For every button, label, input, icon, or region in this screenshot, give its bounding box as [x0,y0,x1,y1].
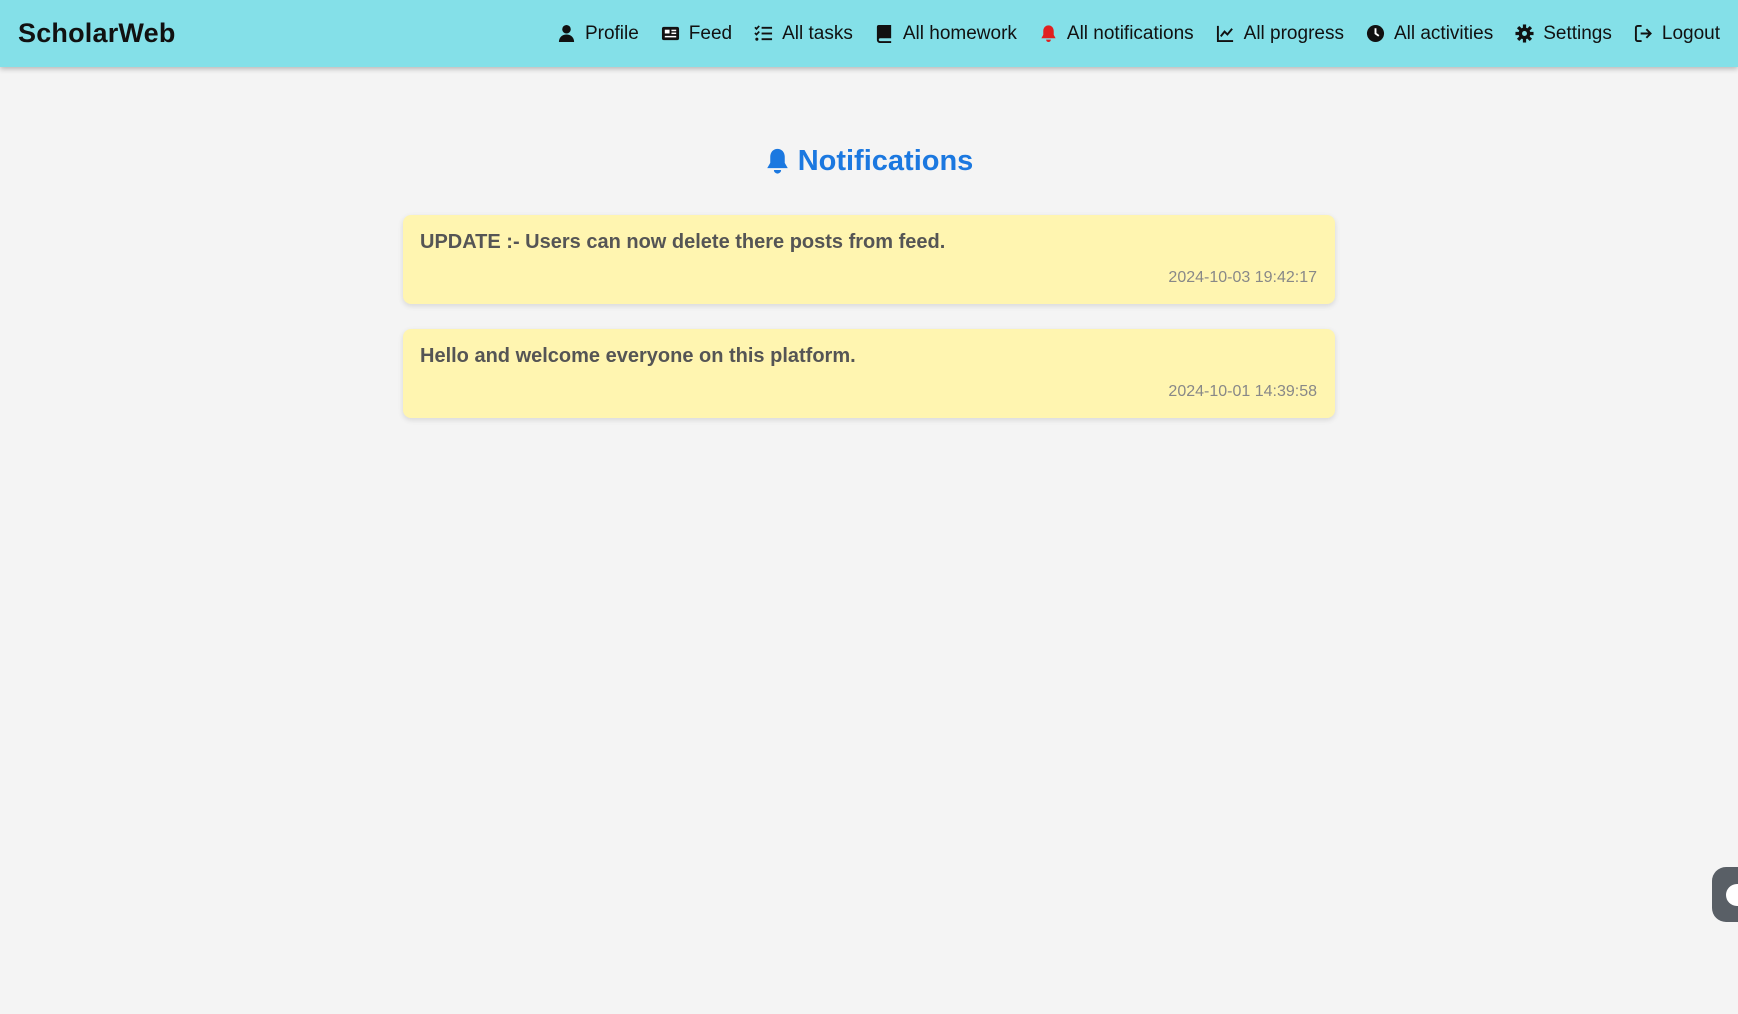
list-check-icon [754,25,773,41]
nav-item-all-notifications[interactable]: All notifications [1039,23,1194,45]
nav-item-all-tasks[interactable]: All tasks [754,23,853,45]
nav-label: All notifications [1066,22,1194,44]
notification-timestamp: 2024-10-03 19:42:17 [1168,269,1317,286]
page-title: Notifications [0,145,1738,178]
nav-label: Logout [1661,22,1720,44]
nav-label: All homework [902,22,1017,44]
nav-label: Profile [584,22,639,44]
nav-label: All activities [1393,22,1494,44]
notification-message: UPDATE :- Users can now delete there pos… [420,231,946,253]
top-navbar: ScholarWeb Profile Feed All tasks All ho… [0,0,1738,67]
bell-icon [766,148,788,174]
nav-item-all-progress[interactable]: All progress [1216,23,1344,45]
notification-timestamp: 2024-10-01 14:39:58 [1168,383,1317,400]
newspaper-icon [661,26,679,41]
nav-item-all-activities[interactable]: All activities [1366,23,1493,45]
floating-widget-button[interactable] [1712,867,1738,922]
user-icon [558,24,575,43]
nav-label: Feed [688,22,733,44]
nav-item-profile[interactable]: Profile [557,23,639,45]
notification-message: Hello and welcome everyone on this platf… [420,345,856,367]
bell-icon [1041,25,1056,43]
notification-card: Hello and welcome everyone on this platf… [403,329,1335,418]
nav-menu: Profile Feed All tasks All homework All … [535,23,1720,45]
page-title-text: Notifications [797,145,974,177]
notification-list: UPDATE :- Users can now delete there pos… [403,215,1335,443]
logout-icon [1634,24,1652,43]
notification-card: UPDATE :- Users can now delete there pos… [403,215,1335,304]
nav-label: All tasks [782,22,853,44]
clock-icon [1366,24,1385,43]
nav-item-logout[interactable]: Logout [1634,23,1720,45]
nav-item-feed[interactable]: Feed [661,23,732,45]
nav-item-all-homework[interactable]: All homework [875,23,1017,45]
line-chart-icon [1216,25,1233,43]
chat-icon [1726,884,1738,906]
gear-icon [1515,24,1534,43]
nav-label: All progress [1243,22,1344,44]
book-icon [876,24,892,43]
nav-item-settings[interactable]: Settings [1515,23,1612,45]
brand-logo[interactable]: ScholarWeb [18,18,176,49]
nav-label: Settings [1543,22,1612,44]
